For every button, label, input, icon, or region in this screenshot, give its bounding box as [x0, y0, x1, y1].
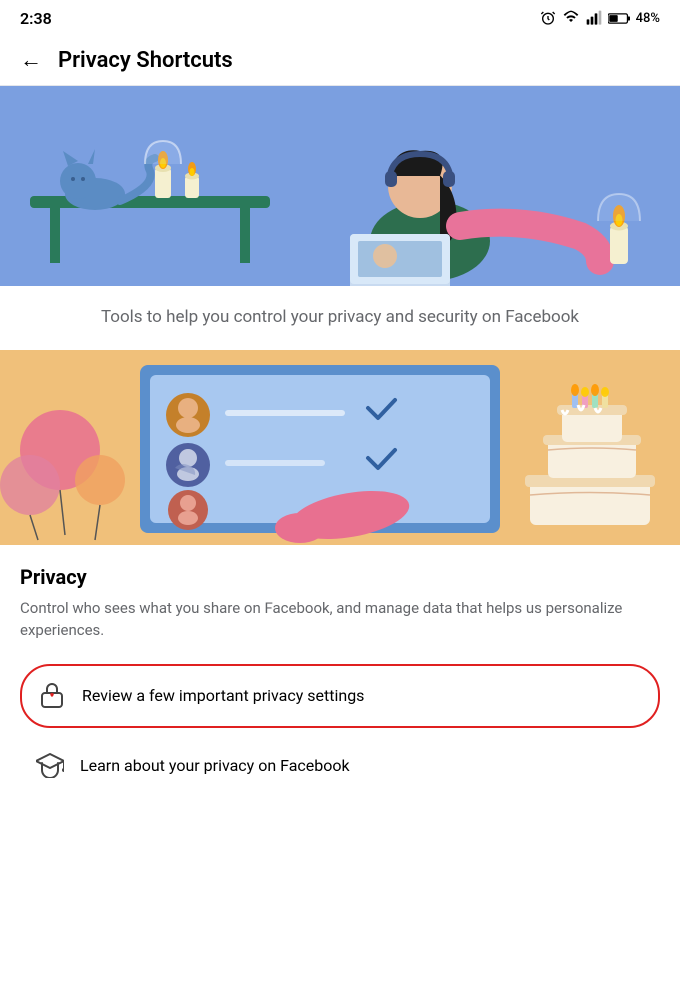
alarm-icon: [540, 10, 556, 26]
learn-privacy-label: Learn about your privacy on Facebook: [80, 756, 350, 775]
status-icons: 48%: [540, 10, 660, 26]
graduation-cap-icon: [36, 750, 64, 782]
page-title: Privacy Shortcuts: [58, 48, 233, 73]
back-button[interactable]: ←: [20, 50, 42, 72]
review-settings-label: Review a few important privacy settings: [82, 686, 364, 705]
second-illustration: [0, 350, 680, 545]
header: ← Privacy Shortcuts: [0, 36, 680, 86]
battery-icon: [608, 12, 630, 25]
lock-heart-icon: [38, 680, 66, 712]
learn-privacy-item[interactable]: Learn about your privacy on Facebook: [20, 736, 660, 796]
status-bar: 2:38 48%: [0, 0, 680, 36]
hero-banner: [0, 86, 680, 286]
privacy-description: Control who sees what you share on Faceb…: [20, 597, 660, 642]
signal-icon: [586, 10, 602, 26]
status-time: 2:38: [20, 9, 52, 28]
privacy-title: Privacy: [20, 565, 660, 589]
description-text: Tools to help you control your privacy a…: [0, 286, 680, 350]
wifi-icon: [562, 10, 580, 26]
second-banner: [0, 350, 680, 545]
review-settings-item[interactable]: Review a few important privacy settings: [20, 664, 660, 728]
battery-percent: 48%: [636, 11, 660, 26]
action-list: Review a few important privacy settings …: [0, 652, 680, 816]
privacy-section: Privacy Control who sees what you share …: [0, 545, 680, 652]
hero-illustration: [0, 86, 680, 286]
